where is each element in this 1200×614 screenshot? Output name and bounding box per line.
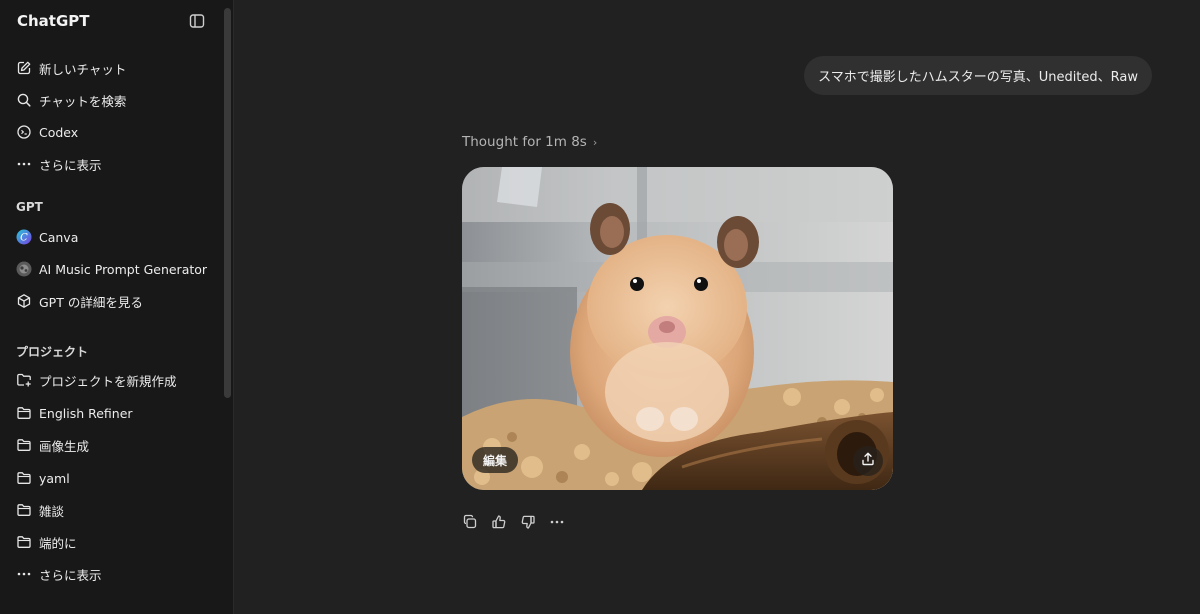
sidebar-item-label: yaml [39, 470, 70, 486]
hamster-photo [462, 167, 893, 490]
project-chitchat[interactable]: 雑談 [8, 495, 218, 525]
copy-icon[interactable] [462, 514, 478, 530]
sidebar-item-label: 端的に [39, 535, 77, 551]
user-message-bubble: スマホで撮影したハムスターの写真、Unedited、Raw [804, 56, 1152, 95]
explore-gpts-button[interactable]: GPT の詳細を見る [8, 286, 218, 316]
edit-image-button[interactable]: 編集 [472, 447, 519, 473]
new-chat-button[interactable]: 新しいチャット [8, 53, 218, 83]
sidebar-item-label: 雑談 [39, 503, 65, 519]
sidebar-item-label: 画像生成 [39, 438, 90, 454]
music-gpt-icon [16, 261, 32, 277]
more-icon[interactable] [549, 514, 565, 530]
sidebar-item-label: チャットを検索 [39, 93, 127, 109]
new-folder-icon [16, 372, 32, 388]
sidebar: ChatGPT 新しいチャット チャットを検索 Codex さらに表示 GPT … [0, 0, 234, 614]
sidebar-item-label: さらに表示 [39, 567, 102, 583]
codex-icon [16, 124, 32, 140]
app-title: ChatGPT [17, 12, 90, 30]
upload-icon [860, 451, 876, 471]
edit-icon [16, 60, 32, 76]
more-icon [16, 156, 32, 172]
sidebar-item-label: GPT の詳細を見る [39, 294, 143, 310]
thought-toggle[interactable]: Thought for 1m 8s › [462, 134, 597, 150]
sidebar-item-label: さらに表示 [39, 157, 102, 173]
thought-label: Thought for 1m 8s [462, 134, 587, 150]
show-more-button[interactable]: さらに表示 [8, 149, 218, 179]
folder-icon [16, 405, 32, 421]
sidebar-item-label: AI Music Prompt Generator [39, 261, 208, 277]
edit-image-label: 編集 [483, 453, 508, 468]
folder-icon [16, 437, 32, 453]
project-english-refiner[interactable]: English Refiner [8, 398, 218, 428]
cube-icon [16, 293, 32, 309]
search-chats-button[interactable]: チャットを検索 [8, 85, 218, 115]
folder-icon [16, 502, 32, 518]
more-icon [16, 566, 32, 582]
share-image-button[interactable] [853, 446, 883, 476]
folder-icon [16, 534, 32, 550]
search-icon [16, 92, 32, 108]
project-yaml[interactable]: yaml [8, 463, 218, 493]
chevron-right-icon: › [592, 135, 598, 149]
sidebar-item-label: プロジェクトを新規作成 [39, 373, 177, 389]
projects-show-more-button[interactable]: さらに表示 [8, 559, 218, 589]
folder-icon [16, 470, 32, 486]
sidebar-item-ai-music[interactable]: AI Music Prompt Generator [8, 254, 218, 284]
project-concise[interactable]: 端的に [8, 527, 218, 557]
sidebar-item-label: Codex [39, 124, 79, 140]
canva-icon: C [16, 229, 32, 245]
thumbs-down-icon[interactable] [520, 514, 536, 530]
sidebar-toggle-icon[interactable] [188, 12, 206, 30]
message-actions [462, 514, 565, 530]
sidebar-item-label: Canva [39, 229, 79, 245]
conversation-area: スマホで撮影したハムスターの写真、Unedited、Raw Thought fo… [235, 0, 1200, 614]
sidebar-item-codex[interactable]: Codex [8, 117, 218, 147]
sidebar-scrollbar[interactable] [224, 8, 231, 398]
sidebar-header: ChatGPT [0, 0, 234, 44]
sidebar-item-canva[interactable]: C Canva [8, 222, 218, 252]
project-image-generation[interactable]: 画像生成 [8, 430, 218, 460]
gpt-section-title: GPT [16, 200, 43, 214]
project-section-title: プロジェクト [16, 345, 89, 359]
svg-text:C: C [20, 233, 28, 244]
generated-image[interactable]: 編集 [462, 167, 893, 490]
sidebar-item-label: English Refiner [39, 405, 133, 421]
new-project-button[interactable]: プロジェクトを新規作成 [8, 365, 218, 395]
thumbs-up-icon[interactable] [491, 514, 507, 530]
user-message-text: スマホで撮影したハムスターの写真、Unedited、Raw [818, 70, 1138, 85]
sidebar-item-label: 新しいチャット [39, 61, 127, 77]
